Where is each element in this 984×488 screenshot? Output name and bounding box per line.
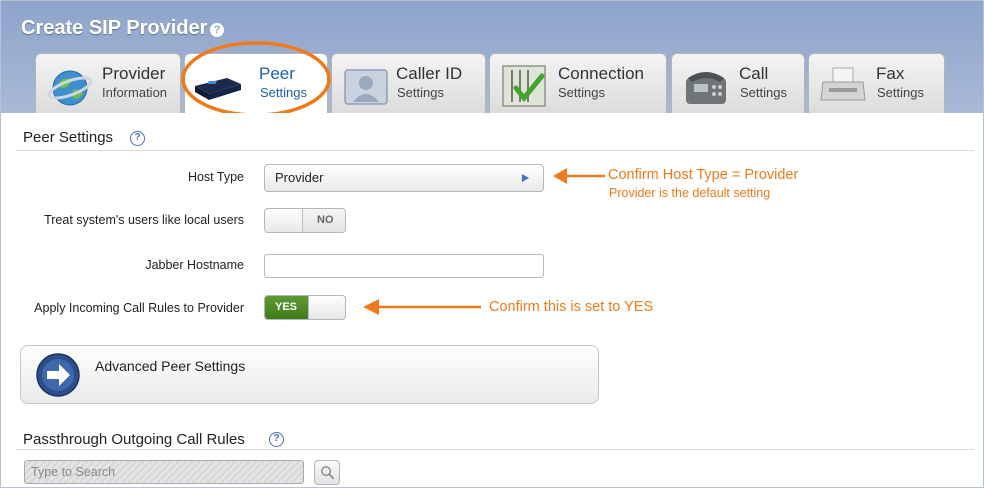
incoming-rules-toggle[interactable]: YES [264, 295, 346, 320]
peer-settings-help-icon[interactable]: ? [130, 131, 145, 146]
tab-label-main: Caller ID [396, 64, 463, 83]
highlight-circle [181, 41, 331, 117]
fax-icon [820, 67, 866, 101]
tab-call-settings[interactable]: Call Settings [671, 53, 805, 113]
tab-label-sub: Settings [877, 85, 924, 100]
tab-label-sub: Settings [558, 85, 605, 100]
host-type-label: Host Type [187, 170, 244, 184]
toggle-knob [265, 209, 303, 232]
jabber-hostname-input[interactable] [264, 254, 544, 278]
title-help-icon[interactable]: ? [210, 23, 224, 37]
tab-provider-information[interactable]: Provider Information [35, 53, 181, 113]
globe-icon [47, 70, 93, 106]
advanced-peer-settings-panel[interactable]: Advanced Peer Settings [20, 345, 599, 404]
tab-label-main: Call [739, 64, 769, 83]
create-sip-provider-window: Create SIP Provider ? Provider Informati… [0, 0, 984, 488]
incoming-rules-label: Apply Incoming Call Rules to Provider [34, 301, 244, 315]
annotation-arrow-host [553, 168, 605, 184]
peer-settings-panel: Peer Settings ? Host Type Provider Treat… [1, 113, 983, 487]
section-divider [16, 150, 974, 151]
person-id-icon [344, 69, 388, 105]
tab-label-sub: Information [102, 85, 168, 100]
tab-label-sub: Settings [740, 85, 787, 100]
passthrough-title: Passthrough Outgoing Call Rules [23, 431, 245, 448]
host-type-select[interactable]: Provider [264, 164, 544, 192]
section-divider [16, 449, 974, 450]
annotation-host-type: Confirm Host Type = Provider [608, 167, 799, 183]
toggle-value: NO [317, 214, 334, 226]
treat-local-toggle[interactable]: NO [264, 208, 346, 233]
tab-caller-id-settings[interactable]: Caller ID Settings [331, 53, 486, 113]
treat-local-label: Treat system's users like local users [44, 213, 244, 227]
tab-fax-settings[interactable]: Fax Settings [808, 53, 945, 113]
window-header: Create SIP Provider ? Provider Informati… [1, 1, 983, 117]
chevron-right-icon [522, 174, 529, 182]
toggle-value: YES [275, 301, 298, 313]
host-type-value: Provider [275, 170, 324, 185]
search-button[interactable] [314, 460, 340, 485]
tab-label-sub: Settings [397, 85, 444, 100]
tab-connection-settings[interactable]: Connection Settings [489, 53, 667, 113]
annotation-yes: Confirm this is set to YES [489, 299, 654, 315]
search-icon [321, 466, 335, 480]
arrow-right-circle-icon [36, 353, 80, 397]
tab-label-main: Connection [558, 64, 645, 83]
search-input[interactable] [24, 460, 304, 484]
advanced-peer-settings-label: Advanced Peer Settings [95, 358, 246, 374]
phone-icon [686, 72, 726, 104]
tab-label-main: Fax [876, 64, 905, 83]
window-title: Create SIP Provider [21, 17, 208, 39]
connection-check-icon [502, 65, 546, 107]
toggle-knob [308, 296, 345, 319]
passthrough-help-icon[interactable]: ? [269, 432, 284, 447]
peer-settings-title: Peer Settings [23, 129, 114, 146]
tab-label-main: Provider [102, 64, 166, 83]
annotation-arrow-yes [363, 299, 481, 315]
annotation-host-default: Provider is the default setting [609, 186, 771, 200]
jabber-hostname-label: Jabber Hostname [145, 258, 244, 272]
